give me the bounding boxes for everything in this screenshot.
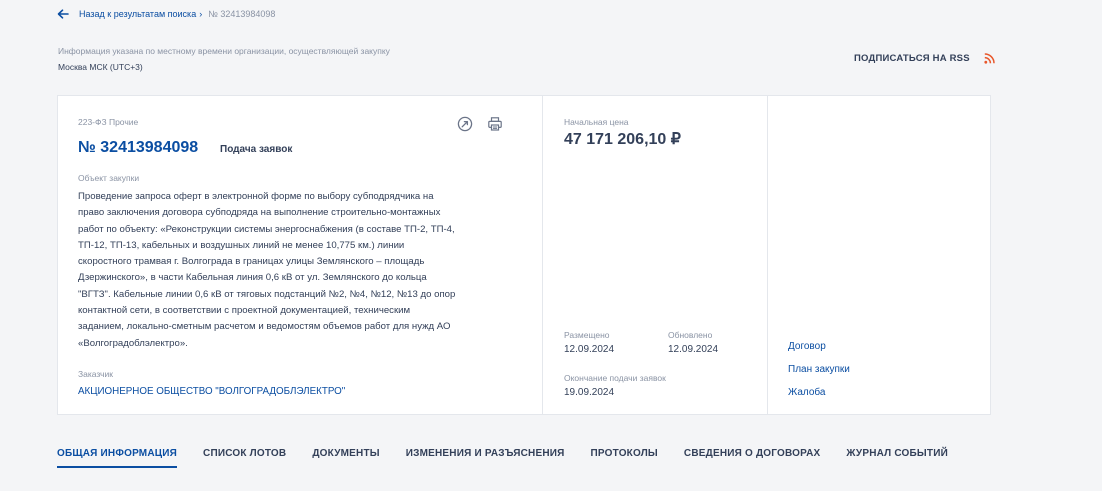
print-icon[interactable] <box>487 116 503 132</box>
timezone-note: Информация указана по местному времени о… <box>58 46 390 56</box>
object-label: Объект закупки <box>78 173 140 183</box>
object-line: контактной сети, в соответствии с проект… <box>78 305 411 317</box>
deadline-label: Окончание подачи заявок <box>564 373 666 383</box>
tab-contracts[interactable]: СВЕДЕНИЯ О ДОГОВОРАХ <box>684 448 821 468</box>
deadline-date: 19.09.2024 <box>564 387 615 398</box>
object-line: "ВГТЗ". Кабельные линии 0,6 кВ от тяговы… <box>78 288 456 300</box>
object-line: право заключения договора субподряда на … <box>78 207 441 219</box>
law-type: 223-ФЗ Прочие <box>78 117 139 127</box>
column-divider <box>542 96 543 414</box>
back-to-results-link[interactable]: Назад к результатам поиска <box>79 9 196 19</box>
posted-date: 12.09.2024 <box>564 344 615 355</box>
breadcrumb-current: № 32413984098 <box>208 9 276 19</box>
object-line: Проведение запроса оферт в электронной ф… <box>78 191 434 202</box>
initial-price-value: 47 171 206,10 ₽ <box>564 131 681 148</box>
procurement-status: Подача заявок <box>220 144 293 155</box>
customer-label: Заказчик <box>78 369 113 379</box>
subscribe-rss-button[interactable]: ПОДПИСАТЬСЯ НА RSS <box>854 53 995 64</box>
object-description: Проведение запроса оферт в электронной ф… <box>78 189 518 352</box>
timezone-value: Москва МСК (UTC+3) <box>58 62 143 72</box>
contract-link[interactable]: Договор <box>788 341 826 352</box>
procurement-plan-link[interactable]: План закупки <box>788 364 850 375</box>
tab-protocols[interactable]: ПРОТОКОЛЫ <box>591 448 658 468</box>
card-actions <box>457 116 503 132</box>
breadcrumb: Назад к результатам поиска › № 324139840… <box>57 9 275 19</box>
procurement-card: 223-ФЗ Прочие № 32413984098 Подача заяво… <box>57 95 991 415</box>
object-line: скоростного трамвая г. Волгограда в гран… <box>78 256 425 268</box>
column-divider <box>767 96 768 414</box>
complaint-link[interactable]: Жалоба <box>788 387 825 398</box>
tab-lots-list[interactable]: СПИСОК ЛОТОВ <box>203 448 286 468</box>
procurement-number[interactable]: № 32413984098 <box>78 139 198 157</box>
object-line: работ по объекту: «Реконструкции системы… <box>78 223 455 235</box>
customer-link[interactable]: АКЦИОНЕРНОЕ ОБЩЕСТВО "ВОЛГОГРАДОБЛЭЛЕКТР… <box>78 386 345 397</box>
object-line: ТП-12, ТП-13, кабельных и воздушных лини… <box>78 239 405 251</box>
breadcrumb-separator: › <box>199 9 203 19</box>
rss-icon <box>984 53 995 64</box>
tab-documents[interactable]: ДОКУМЕНТЫ <box>312 448 379 468</box>
updated-date: 12.09.2024 <box>668 344 719 355</box>
subscribe-rss-label: ПОДПИСАТЬСЯ НА RSS <box>854 53 970 64</box>
object-line: заданием, локально-сметным расчетом и ве… <box>78 321 451 333</box>
posted-label: Размещено <box>564 330 610 340</box>
updated-label: Обновлено <box>668 330 713 340</box>
object-line: «Волгоградоблэлектро». <box>78 337 188 349</box>
arrow-left-icon[interactable] <box>57 9 69 19</box>
tab-changes[interactable]: ИЗМЕНЕНИЯ И РАЗЪЯСНЕНИЯ <box>406 448 565 468</box>
history-icon[interactable] <box>457 116 473 132</box>
initial-price-label: Начальная цена <box>564 117 629 127</box>
tab-general-info[interactable]: ОБЩАЯ ИНФОРМАЦИЯ <box>57 448 178 468</box>
object-line: Дзержинского», в части Кабельная линия 0… <box>78 272 427 284</box>
tab-event-log[interactable]: ЖУРНАЛ СОБЫТИЙ <box>846 448 948 468</box>
tab-bar: ОБЩАЯ ИНФОРМАЦИЯ СПИСОК ЛОТОВ ДОКУМЕНТЫ … <box>57 448 948 468</box>
